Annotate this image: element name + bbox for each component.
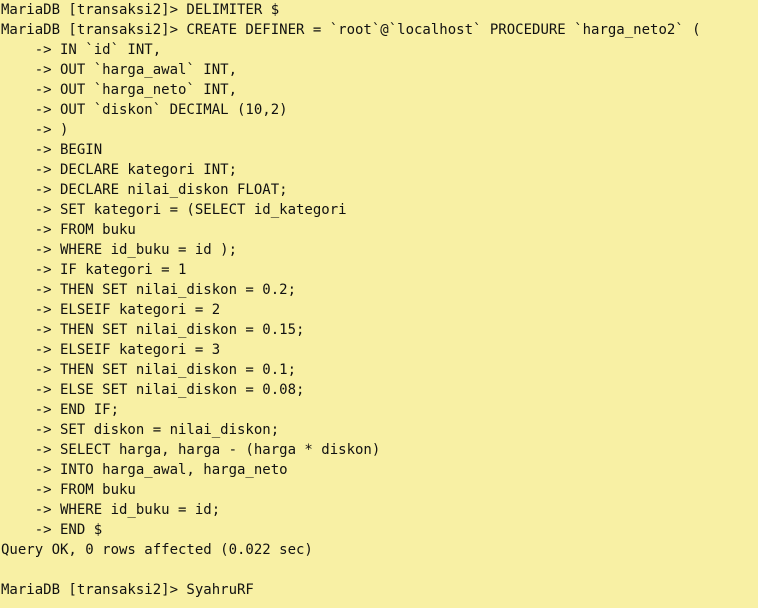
terminal-line: -> END $ (1, 522, 103, 538)
terminal-line: -> FROM buku (1, 222, 136, 238)
terminal-line: -> THEN SET nilai_diskon = 0.2; (1, 282, 297, 298)
terminal-line: -> OUT `diskon` DECIMAL (10,2) (1, 102, 288, 118)
terminal-line: -> BEGIN (1, 142, 103, 158)
terminal-line: -> IF kategori = 1 (1, 262, 187, 278)
terminal-line: -> FROM buku (1, 482, 136, 498)
terminal-line: -> END IF; (1, 402, 120, 418)
terminal-line: -> ) (1, 122, 69, 138)
terminal-line: -> THEN SET nilai_diskon = 0.1; (1, 362, 297, 378)
terminal-line: -> INTO harga_awal, harga_neto (1, 462, 288, 478)
terminal-line: Query OK, 0 rows affected (0.022 sec) (1, 542, 313, 558)
terminal-window[interactable]: MariaDB [transaksi2]> DELIMITER $ MariaD… (0, 0, 758, 608)
terminal-line: -> OUT `harga_neto` INT, (1, 82, 238, 98)
terminal-line: -> SELECT harga, harga - (harga * diskon… (1, 442, 381, 458)
terminal-line: -> THEN SET nilai_diskon = 0.15; (1, 322, 305, 338)
terminal-line: -> WHERE id_buku = id; (1, 502, 221, 518)
terminal-line: -> DECLARE nilai_diskon FLOAT; (1, 182, 288, 198)
terminal-line: -> SET diskon = nilai_diskon; (1, 422, 280, 438)
terminal-prompt-line[interactable]: MariaDB [transaksi2]> SyahruRF (0, 580, 758, 600)
terminal-line: MariaDB [transaksi2]> DELIMITER $ (1, 2, 280, 18)
terminal-line: -> ELSEIF kategori = 2 (1, 302, 221, 318)
terminal-line: -> ELSE SET nilai_diskon = 0.08; (1, 382, 305, 398)
terminal-line: -> IN `id` INT, (1, 42, 162, 58)
terminal-line: -> OUT `harga_awal` INT, (1, 62, 238, 78)
terminal-line: -> WHERE id_buku = id ); (1, 242, 238, 258)
terminal-line: -> ELSEIF kategori = 3 (1, 342, 221, 358)
terminal-line: -> SET kategori = (SELECT id_kategori (1, 202, 347, 218)
terminal-line: -> DECLARE kategori INT; (1, 162, 238, 178)
terminal-line: MariaDB [transaksi2]> CREATE DEFINER = `… (1, 22, 701, 38)
